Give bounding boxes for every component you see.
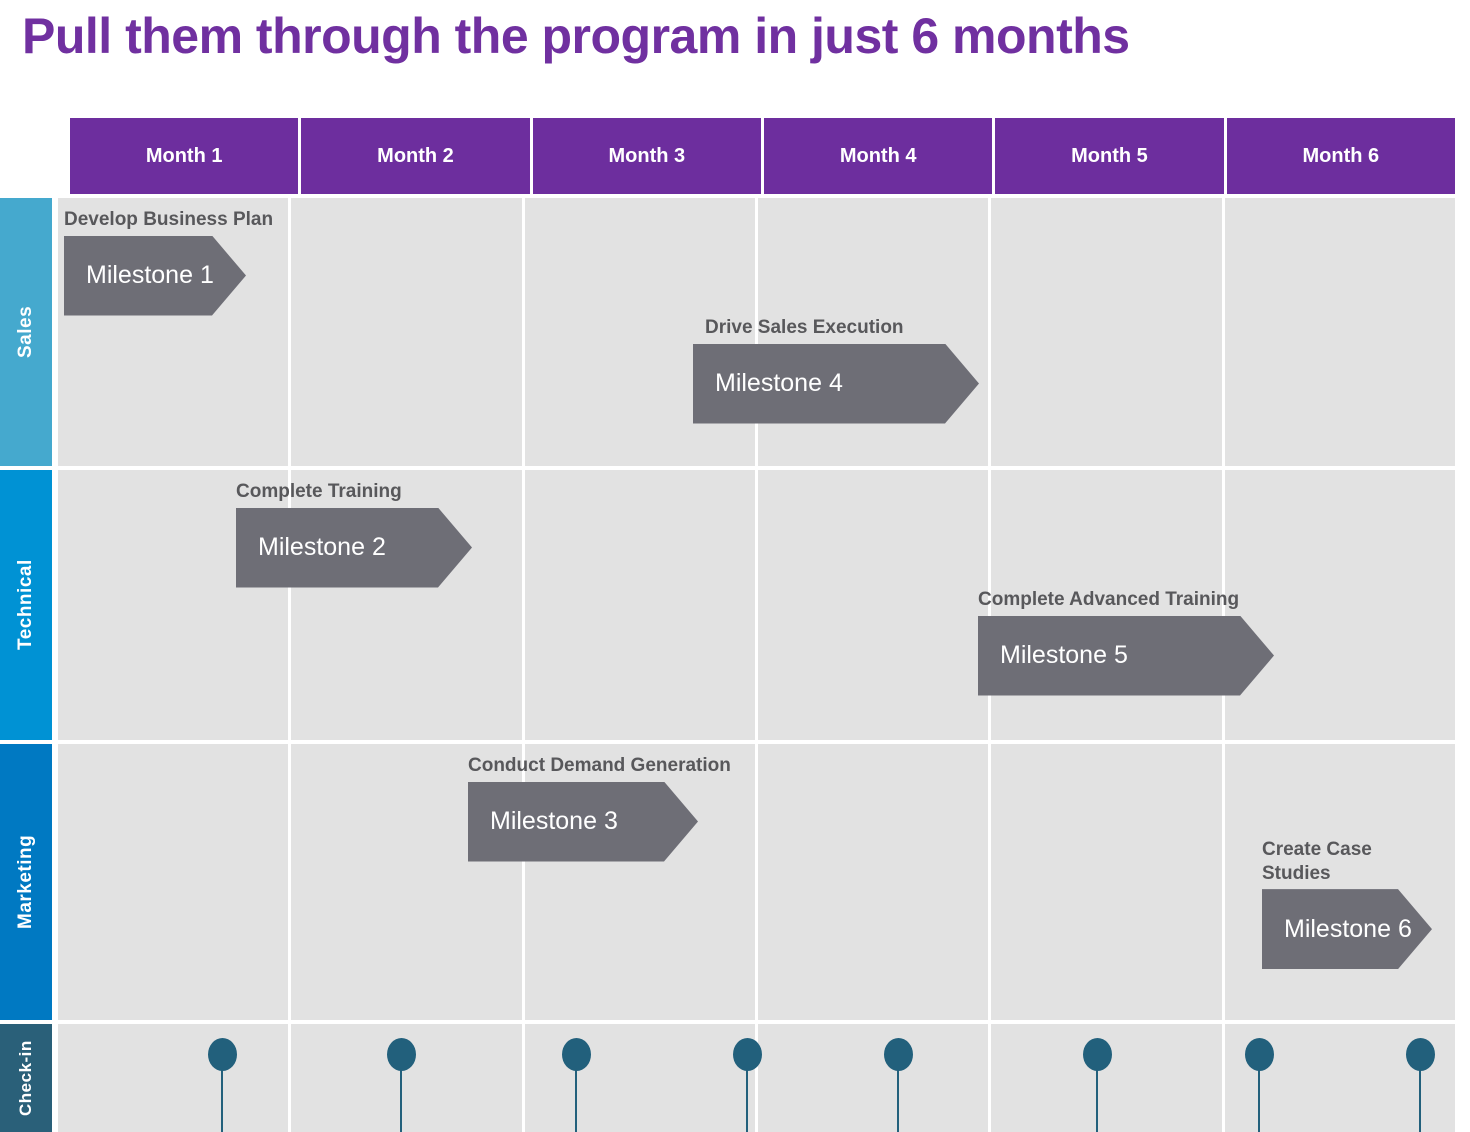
milestone-caption: Create Case Studies: [1262, 839, 1372, 884]
milestone-group[interactable]: Drive Sales Execution Milestone 4: [693, 316, 979, 424]
month-column-header: Month 5: [995, 118, 1224, 194]
lane-cell: [58, 744, 289, 1020]
lane-cell: [524, 1024, 755, 1132]
lane-cell: [757, 1024, 989, 1132]
lane-cell: [991, 744, 1222, 1020]
lane-cell: [991, 198, 1222, 466]
swimlane-technical: Technical Complete Training Milestone 2 …: [0, 470, 1455, 740]
lane-cell: [757, 470, 989, 740]
milestone-caption: Complete Advanced Training: [978, 589, 1240, 610]
milestone-caption: Develop Business Plan: [64, 209, 274, 230]
milestone-chevron[interactable]: Milestone 2: [236, 508, 472, 588]
swimlane-body-checkin: [58, 1024, 1455, 1132]
milestone-group[interactable]: Create Case Studies Milestone 6: [1262, 838, 1432, 969]
milestone-group[interactable]: Complete Advanced Training Milestone 5: [978, 588, 1274, 696]
swimlane-checkin: Check-in: [0, 1024, 1455, 1132]
swimlane-label-marketing: Marketing: [0, 744, 52, 1020]
milestone-chevron[interactable]: Milestone 6: [1262, 889, 1432, 969]
swimlane-body-marketing: Conduct Demand Generation Milestone 3 Cr…: [58, 744, 1455, 1020]
milestone-caption: Drive Sales Execution: [705, 317, 904, 338]
milestone-group[interactable]: Develop Business Plan Milestone 1: [64, 208, 273, 316]
month-column-header: Month 2: [301, 118, 530, 194]
milestone-chevron[interactable]: Milestone 1: [64, 236, 246, 316]
lane-cell: [991, 1024, 1222, 1132]
swimlane-body-technical: Complete Training Milestone 2 Complete A…: [58, 470, 1455, 740]
swimlane-label-checkin: Check-in: [0, 1024, 52, 1132]
slide-canvas: Pull them through the program in just 6 …: [0, 0, 1470, 1132]
lane-cell: [757, 744, 989, 1020]
milestone-chevron[interactable]: Milestone 4: [693, 344, 979, 424]
lane-cell: [291, 198, 522, 466]
month-column-header: Month 3: [532, 118, 761, 194]
lane-cell: [1224, 1024, 1455, 1132]
milestone-group[interactable]: Complete Training Milestone 2: [236, 480, 472, 588]
lane-cell: [291, 1024, 522, 1132]
milestone-caption: Conduct Demand Generation: [468, 755, 731, 776]
month-header-row: Month 1 Month 2 Month 3 Month 4 Month 5 …: [70, 118, 1455, 194]
lane-cell: [524, 470, 755, 740]
month-column-header: Month 4: [763, 118, 993, 194]
milestone-chevron[interactable]: Milestone 5: [978, 616, 1274, 696]
milestone-caption: Complete Training: [236, 481, 402, 502]
milestone-chevron[interactable]: Milestone 3: [468, 782, 698, 862]
milestone-group[interactable]: Conduct Demand Generation Milestone 3: [468, 754, 731, 862]
swimlane-body-sales: Develop Business Plan Milestone 1 Drive …: [58, 198, 1455, 466]
month-column-header: Month 6: [1226, 118, 1455, 194]
swimlane-sales: Sales Develop Business Plan Milestone 1 …: [0, 198, 1455, 466]
swimlane-label-sales: Sales: [0, 198, 52, 466]
page-title: Pull them through the program in just 6 …: [22, 8, 1130, 64]
swimlane-marketing: Marketing Conduct Demand Generation Mile…: [0, 744, 1455, 1020]
timeline-grid: Month 1 Month 2 Month 3 Month 4 Month 5 …: [0, 118, 1470, 1132]
lane-cell: [58, 1024, 289, 1132]
lane-cell: [1224, 198, 1455, 466]
month-column-header: Month 1: [70, 118, 299, 194]
swimlane-label-technical: Technical: [0, 470, 52, 740]
